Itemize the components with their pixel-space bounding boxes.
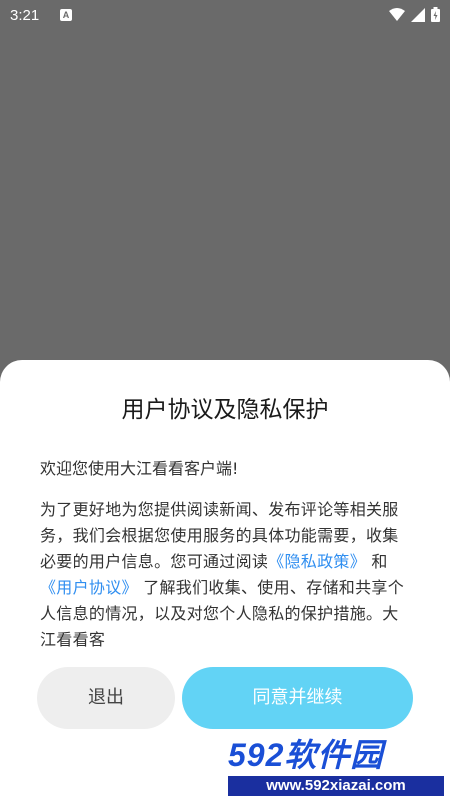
- exit-button[interactable]: 退出: [37, 667, 175, 729]
- status-icons: [389, 7, 440, 22]
- watermark-url: www.592xiazai.com: [228, 776, 444, 796]
- dialog-title: 用户协议及隐私保护: [121, 397, 329, 423]
- agree-continue-button[interactable]: 同意并继续: [182, 667, 413, 729]
- privacy-policy-link[interactable]: 《隐私政策》: [268, 552, 366, 571]
- dialog-body: 为了更好地为您提供阅读新闻、发布评论等相关服务，我们会根据您使用服务的具体功能需…: [40, 497, 412, 649]
- watermark: 592软件园 www.592xiazai.com: [222, 730, 450, 800]
- status-time: 3:21: [10, 7, 40, 24]
- watermark-logo: 592软件园: [228, 737, 384, 773]
- wifi-icon: [389, 7, 405, 21]
- user-agreement-link[interactable]: 《用户协议》: [40, 578, 138, 597]
- body-conjunction: 和: [366, 552, 388, 571]
- signal-icon: [411, 7, 425, 22]
- status-bar: 3:21 A: [0, 0, 450, 32]
- battery-icon: [431, 7, 440, 22]
- notification-a-icon: A: [60, 9, 72, 21]
- dialog-greeting: 欢迎您使用大江看看客户端!: [40, 459, 239, 478]
